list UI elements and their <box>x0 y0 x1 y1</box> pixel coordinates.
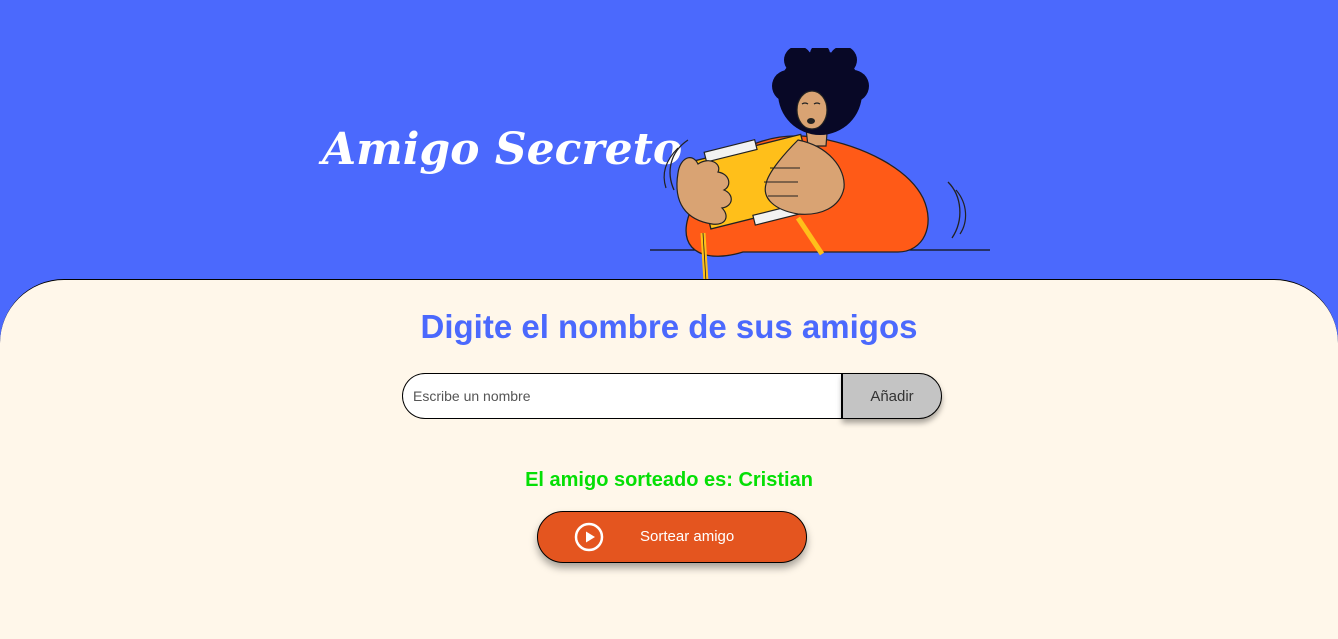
draw-friend-button[interactable]: Sortear amigo <box>537 511 807 563</box>
add-friend-row: Añadir <box>402 373 942 419</box>
person-playing-game-illustration <box>650 48 990 282</box>
draw-button-label: Sortear amigo <box>640 528 735 545</box>
draw-result: El amigo sorteado es: Cristian <box>525 469 813 491</box>
page-title: Amigo Secreto <box>322 124 683 175</box>
play-circle-icon <box>574 522 604 552</box>
main-panel: Digite el nombre de sus amigos Añadir El… <box>0 279 1338 639</box>
header: Amigo Secreto <box>0 0 1338 290</box>
section-title: Digite el nombre de sus amigos <box>420 308 918 345</box>
add-button[interactable]: Añadir <box>842 373 942 419</box>
friend-name-input[interactable] <box>402 373 843 419</box>
